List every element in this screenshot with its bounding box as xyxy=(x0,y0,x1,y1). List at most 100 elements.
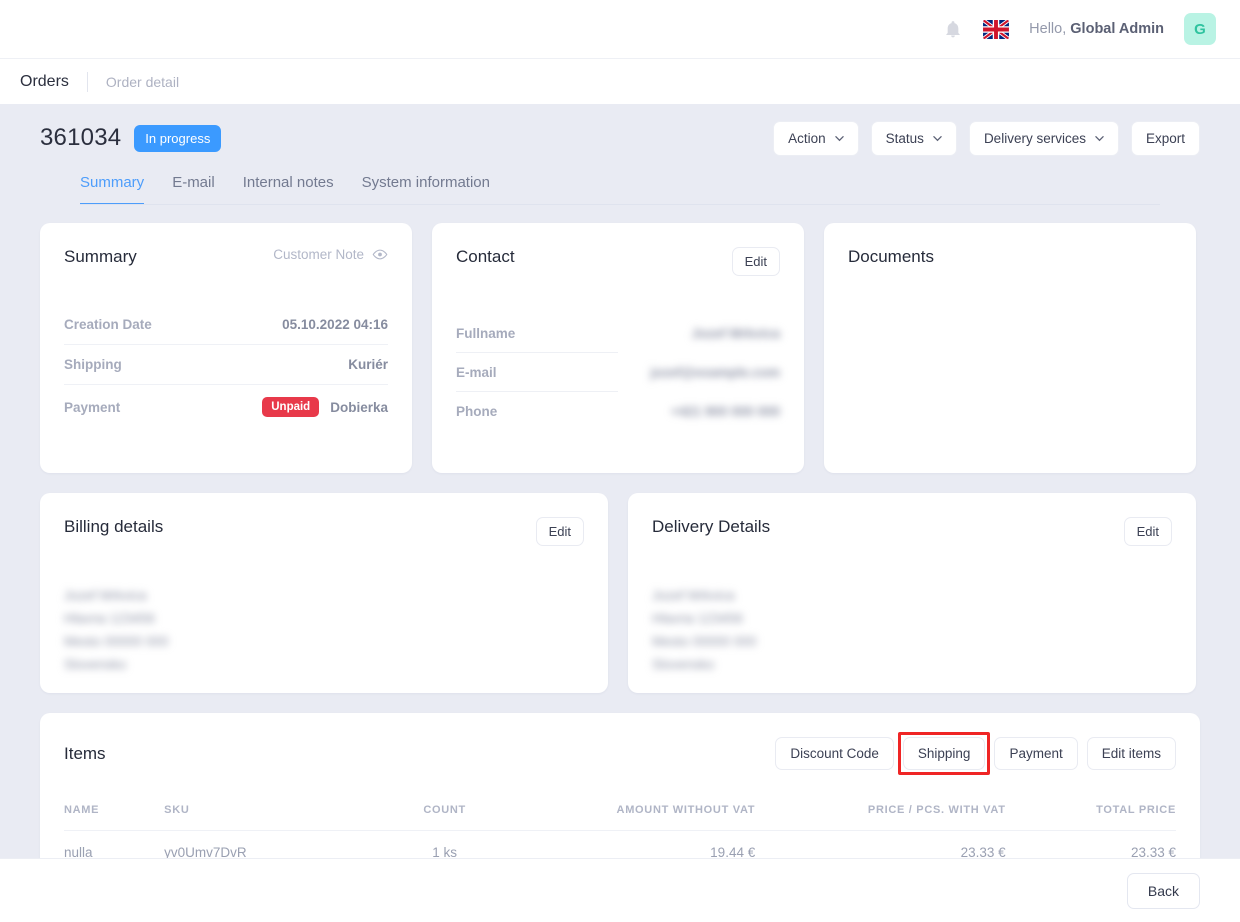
items-table: NAME SKU COUNT AMOUNT WITHOUT VAT PRICE … xyxy=(64,804,1176,860)
status-label: Status xyxy=(885,131,924,146)
footer-bar: Back xyxy=(0,858,1240,922)
column-count: COUNT xyxy=(364,804,525,831)
billing-address-line: Jozef Mrkvica xyxy=(64,588,147,603)
payment-method: Dobierka xyxy=(330,399,388,415)
creation-date-label: Creation Date xyxy=(64,317,152,332)
fullname-value: Jozef Mrkvica xyxy=(691,326,780,341)
column-name: NAME xyxy=(64,804,165,831)
items-table-head: NAME SKU COUNT AMOUNT WITHOUT VAT PRICE … xyxy=(64,804,1176,831)
export-label: Export xyxy=(1145,131,1185,146)
delivery-details-card: Delivery Details Edit Jozef Mrkvica Hlav… xyxy=(628,493,1196,693)
cell-amount-without-vat: 19.44 € xyxy=(710,845,756,860)
delivery-title: Delivery Details xyxy=(652,517,771,536)
shipping-label: Shipping xyxy=(64,357,122,372)
contact-card-header: Contact Edit xyxy=(456,247,780,276)
documents-title: Documents xyxy=(848,247,934,266)
cards-row-1: Summary Customer Note Creation Date 05.1… xyxy=(40,223,1200,473)
unpaid-badge: Unpaid xyxy=(262,397,320,417)
summary-row-creation-date: Creation Date 05.10.2022 04:16 xyxy=(64,305,388,345)
items-action-buttons: Discount Code Shipping Payment Edit item… xyxy=(775,732,1176,775)
delivery-address: Jozef Mrkvica Hlavna 123456 Mesto 00000 … xyxy=(652,586,1172,676)
order-detail-page: Hello, Global Admin G Orders Order detai… xyxy=(0,0,1240,922)
cell-total-price: 23.33 € xyxy=(1130,845,1176,860)
billing-edit-button[interactable]: Edit xyxy=(535,517,584,546)
contact-row-fullname: Fullname Jozef Mrkvica xyxy=(456,314,780,353)
delivery-address-line: Hlavna 123456 xyxy=(652,610,743,626)
breadcrumb: Orders Order detail xyxy=(0,58,1240,104)
delivery-address-line: Slovensko xyxy=(652,656,715,672)
delivery-edit-button[interactable]: Edit xyxy=(1123,517,1172,546)
creation-date-value: 05.10.2022 04:16 xyxy=(282,317,388,332)
avatar[interactable]: G xyxy=(1184,13,1216,45)
cell-name: nulla xyxy=(64,845,93,860)
summary-title: Summary xyxy=(64,247,137,266)
shipping-button-highlight: Shipping xyxy=(897,732,991,775)
items-table-header-row: NAME SKU COUNT AMOUNT WITHOUT VAT PRICE … xyxy=(64,804,1176,831)
customer-note-toggle[interactable]: Customer Note xyxy=(273,247,388,262)
export-button[interactable]: Export xyxy=(1130,121,1200,156)
bell-icon[interactable] xyxy=(943,19,963,39)
customer-note-label: Customer Note xyxy=(273,247,364,262)
delivery-card-header: Delivery Details Edit xyxy=(652,517,1172,546)
summary-card-header: Summary Customer Note xyxy=(64,247,388,267)
shipping-value: Kuriér xyxy=(348,357,388,372)
breadcrumb-order-detail[interactable]: Order detail xyxy=(106,74,179,90)
header-action-buttons: Action Status Delivery services Export xyxy=(773,121,1200,156)
column-amount-without-vat: AMOUNT WITHOUT VAT xyxy=(524,804,756,831)
action-label: Action xyxy=(788,131,826,146)
billing-details-card: Billing details Edit Jozef Mrkvica Hlavn… xyxy=(40,493,608,693)
tab-bar: Summary E-mail Internal notes System inf… xyxy=(40,152,1200,205)
documents-card: Documents xyxy=(824,223,1196,473)
status-dropdown-button[interactable]: Status xyxy=(870,121,957,156)
contact-card: Contact Edit Fullname Jozef Mrkvica E-ma… xyxy=(432,223,804,473)
email-label: E-mail xyxy=(456,365,497,380)
tab-summary[interactable]: Summary xyxy=(80,174,145,205)
tab-system-information[interactable]: System information xyxy=(362,174,490,205)
contact-title: Contact xyxy=(456,247,515,266)
cell-sku: yv0Umv7DvR xyxy=(164,845,247,860)
summary-card: Summary Customer Note Creation Date 05.1… xyxy=(40,223,412,473)
table-row[interactable]: nulla yv0Umv7DvR 1 ks 19.44 € 23.33 € 23… xyxy=(64,831,1176,860)
billing-card-header: Billing details Edit xyxy=(64,517,584,546)
contact-edit-button[interactable]: Edit xyxy=(731,247,780,276)
breadcrumb-orders[interactable]: Orders xyxy=(20,73,69,91)
delivery-address-line: Mesto 00000 000 xyxy=(652,633,757,649)
items-title: Items xyxy=(64,743,106,763)
cell-count: 1 ks xyxy=(432,845,458,860)
greeting-prefix: Hello, xyxy=(1029,21,1071,37)
summary-rows: Creation Date 05.10.2022 04:16 Shipping … xyxy=(64,305,388,429)
cards-row-2: Billing details Edit Jozef Mrkvica Hlavn… xyxy=(40,493,1200,693)
back-button[interactable]: Back xyxy=(1126,872,1200,909)
status-badge: In progress xyxy=(134,124,222,152)
column-sku: SKU xyxy=(164,804,365,831)
main-content: Summary Customer Note Creation Date 05.1… xyxy=(0,205,1240,873)
greeting: Hello, Global Admin xyxy=(1029,21,1164,37)
shipping-button[interactable]: Shipping xyxy=(902,737,986,770)
fullname-label: Fullname xyxy=(456,326,516,341)
summary-row-payment: Payment Unpaid Dobierka xyxy=(64,385,388,429)
edit-items-button[interactable]: Edit items xyxy=(1086,737,1176,770)
uk-flag-icon[interactable] xyxy=(983,19,1010,39)
cell-price-per-pcs-with-vat: 23.33 € xyxy=(960,845,1006,860)
payment-button[interactable]: Payment xyxy=(994,737,1078,770)
column-price-per-pcs-with-vat: PRICE / PCS. WITH VAT xyxy=(755,804,1006,831)
contact-row-email: E-mail jozef@example.com xyxy=(456,353,780,392)
discount-code-button[interactable]: Discount Code xyxy=(775,737,894,770)
chevron-down-icon xyxy=(933,136,942,142)
breadcrumb-divider xyxy=(86,71,88,92)
billing-address-line: Hlavna 123456 xyxy=(64,610,155,626)
delivery-services-label: Delivery services xyxy=(983,131,1086,146)
action-dropdown-button[interactable]: Action xyxy=(773,121,859,156)
billing-title: Billing details xyxy=(64,517,164,536)
chevron-down-icon xyxy=(834,136,844,142)
phone-value: +421 900 000 000 xyxy=(670,404,780,419)
tab-underline xyxy=(80,204,1160,205)
delivery-services-dropdown-button[interactable]: Delivery services xyxy=(968,121,1119,156)
tab-email[interactable]: E-mail xyxy=(172,174,215,205)
chevron-down-icon xyxy=(1095,136,1104,142)
contact-rows: Fullname Jozef Mrkvica E-mail jozef@exam… xyxy=(456,314,780,431)
items-card-header: Items Discount Code Shipping Payment Edi… xyxy=(64,732,1176,775)
order-id: 361034 xyxy=(40,124,122,151)
summary-row-shipping: Shipping Kuriér xyxy=(64,345,388,385)
tab-internal-notes[interactable]: Internal notes xyxy=(243,174,334,205)
